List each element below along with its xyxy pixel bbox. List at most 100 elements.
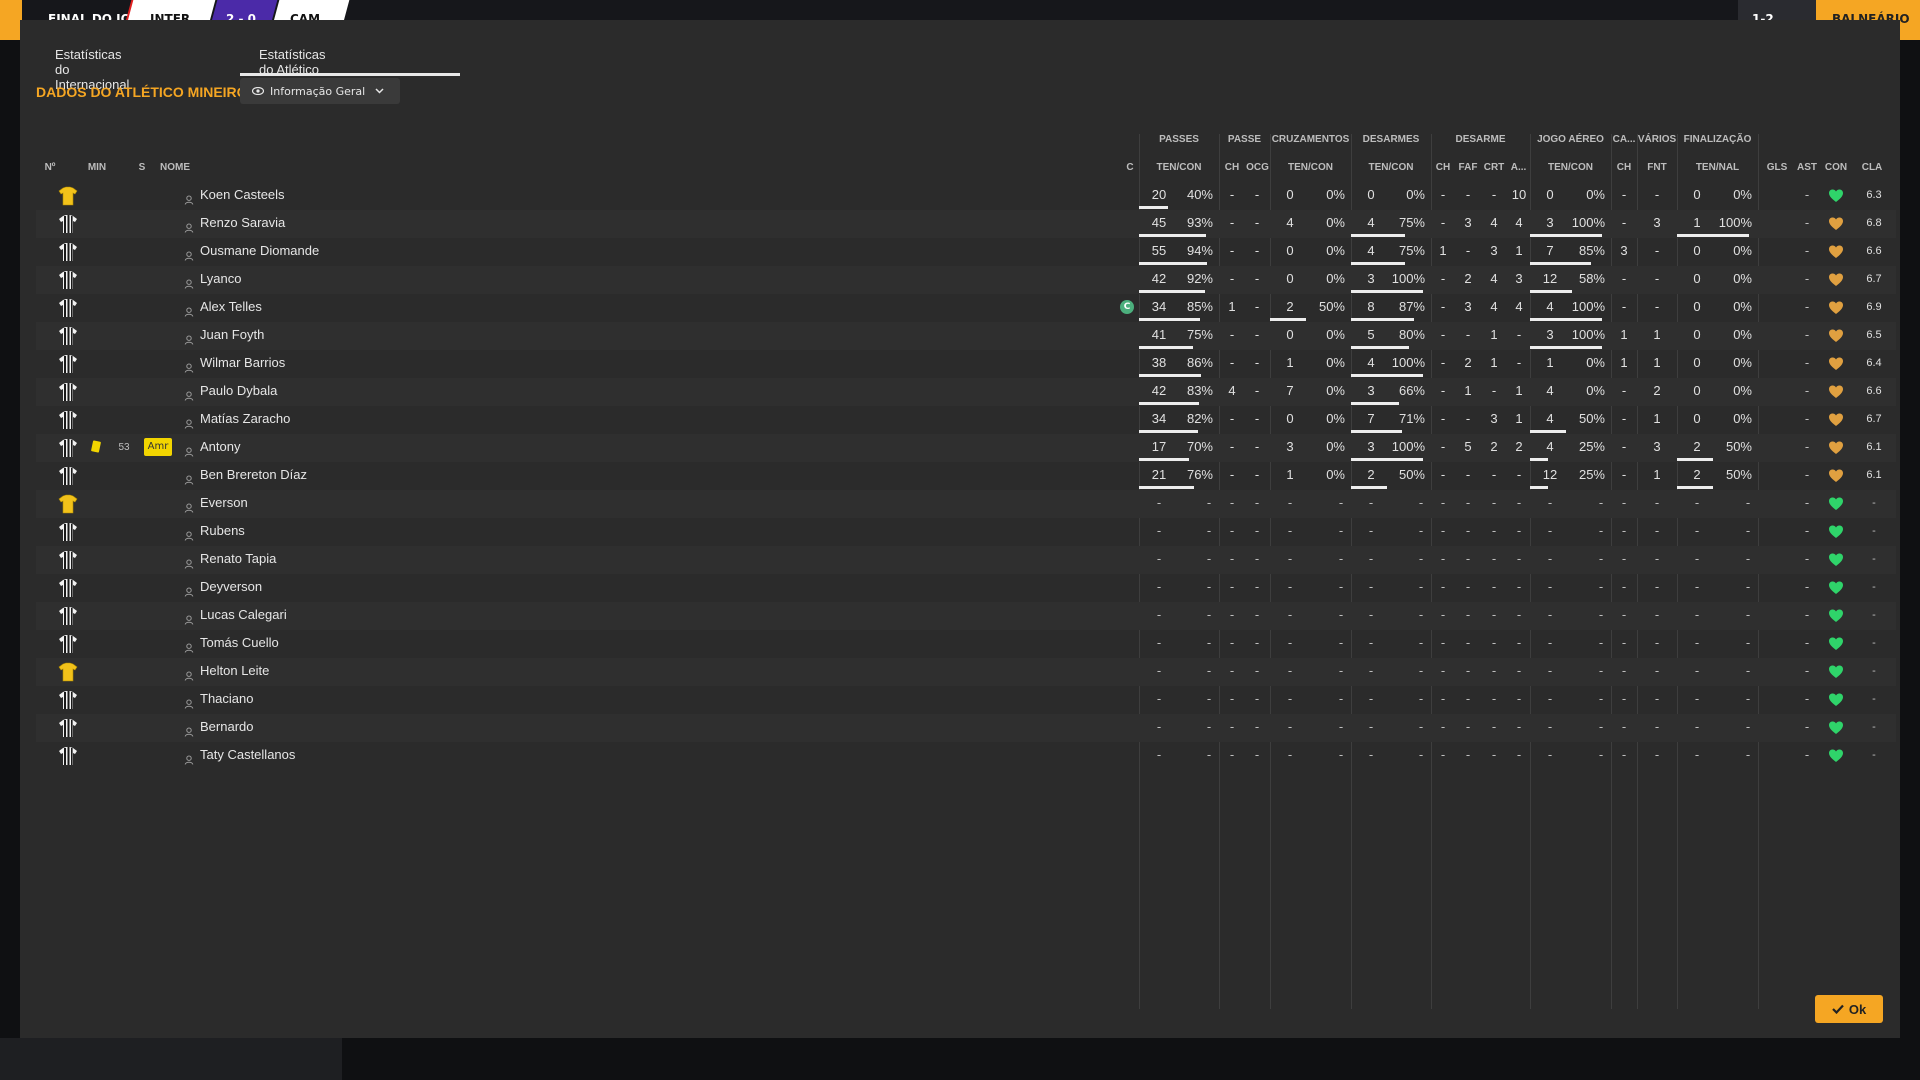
player-row[interactable]: Alex Telles C 34 85% 1-2 50% 8 87% -3 4 4 4 100% - -0 0…	[36, 294, 1896, 322]
passe-ocg: -	[1254, 411, 1260, 426]
view-dropdown[interactable]: Informação Geral	[240, 78, 400, 104]
col-header-fnt[interactable]: FNT	[1637, 162, 1677, 173]
col-header-des-ch[interactable]: CH	[1431, 162, 1455, 173]
desarme-a: 1	[1515, 411, 1523, 426]
desarme-ch: -	[1440, 383, 1446, 398]
player-row[interactable]: Deyverson - - - - - - - - - - - - - - - - - - - -	[36, 574, 1896, 602]
player-name[interactable]: Lucas Calegari	[200, 607, 287, 622]
player-name[interactable]: Deyverson	[200, 579, 262, 594]
col-header-passe-ch[interactable]: CH	[1219, 162, 1245, 173]
col-header-ca-ch[interactable]: CH	[1611, 162, 1637, 173]
cruzamentos-pct: 0%	[1326, 187, 1345, 202]
player-row[interactable]: Matías Zaracho 34 82% - -0 0% 7 71% - -3 1 4 50% -1 0 0…	[36, 406, 1896, 434]
passes-pct: 93%	[1186, 215, 1213, 230]
player-name[interactable]: Rubens	[200, 523, 245, 538]
player-rating: 6.7	[1866, 273, 1882, 285]
goalkeeper-shirt-icon	[58, 662, 78, 682]
player-row[interactable]: Lyanco 42 92% - -0 0% 3 100% -2 4 3 12 58% - -0 0% -6.7	[36, 266, 1896, 294]
player-name[interactable]: Lyanco	[200, 271, 241, 286]
col-header-passes[interactable]: TEN/CON	[1139, 162, 1219, 173]
finalizacao-pct: -	[1745, 719, 1751, 734]
player-name[interactable]: Alex Telles	[200, 299, 262, 314]
goalkeeper-shirt-icon	[58, 186, 78, 206]
player-name[interactable]: Paulo Dybala	[200, 383, 277, 398]
varios-fnt: 1	[1653, 467, 1661, 482]
jogo-aereo-bar	[1530, 486, 1548, 489]
player-row[interactable]: Everson - - - - - - - - - - - - - - - - - - - -	[36, 490, 1896, 518]
col-header-passe-ocg[interactable]: OCG	[1245, 162, 1270, 173]
player-name[interactable]: Thaciano	[200, 691, 253, 706]
player-name[interactable]: Koen Casteels	[200, 187, 285, 202]
desarme-a: -	[1516, 495, 1522, 510]
col-header-min[interactable]: MIN	[82, 162, 112, 173]
col-header-des-faf[interactable]: FAF	[1455, 162, 1481, 173]
player-row[interactable]: Juan Foyth 41 75% - -0 0% 5 80% - -1-3 100% 1 1 0 0% -6…	[36, 322, 1896, 350]
passes-pct: 76%	[1186, 467, 1213, 482]
ca-ch: -	[1621, 579, 1627, 594]
col-header-con[interactable]: CON	[1822, 162, 1850, 173]
finalizacao-count: 0	[1693, 299, 1701, 314]
player-name[interactable]: Wilmar Barrios	[200, 355, 285, 370]
player-row[interactable]: Wilmar Barrios 38 86% - -1 0% 4 100% -2 1-1 0% 1 1 0 0…	[36, 350, 1896, 378]
player-name[interactable]: Helton Leite	[200, 663, 269, 678]
ok-button[interactable]: Ok	[1815, 995, 1883, 1023]
player-name[interactable]: Renzo Saravia	[200, 215, 285, 230]
player-row[interactable]: Lucas Calegari - - - - - - - - - - - - - - - - - - - -	[36, 602, 1896, 630]
player-name[interactable]: Bernardo	[200, 719, 253, 734]
finalizacao-count: 2	[1693, 439, 1701, 454]
player-name[interactable]: Antony	[200, 439, 240, 454]
player-row[interactable]: Tomás Cuello - - - - - - - - - - - - - - - - - - - -	[36, 630, 1896, 658]
col-header-ast[interactable]: AST	[1794, 162, 1820, 173]
player-row[interactable]: 53 Amr Antony 17 70% - -3 0% 3 100% -5 2 2 4 25% -3 2 50%…	[36, 434, 1896, 462]
assists: -	[1804, 747, 1810, 762]
desarme-faf: 3	[1464, 299, 1472, 314]
col-header-gls[interactable]: GLS	[1764, 162, 1790, 173]
col-header-des-crt[interactable]: CRT	[1481, 162, 1507, 173]
player-name[interactable]: Tomás Cuello	[200, 635, 279, 650]
col-header-cla[interactable]: CLA	[1858, 162, 1886, 173]
player-row[interactable]: Renzo Saravia 45 93% - -4 0% 4 75% -3 4 4 3 100% -3 1 1…	[36, 210, 1896, 238]
col-header-fin[interactable]: TEN/NAL	[1677, 162, 1758, 173]
player-row[interactable]: Helton Leite - - - - - - - - - - - - - - - - - - - -	[36, 658, 1896, 686]
player-name[interactable]: Juan Foyth	[200, 327, 264, 342]
player-row[interactable]: Koen Casteels 20 40% - -0 0% 0 0% - - -10 0 0% - -0 0% -…	[36, 182, 1896, 210]
passe-ch: -	[1229, 411, 1235, 426]
jogo-aereo-pct: -	[1598, 495, 1604, 510]
player-name[interactable]: Everson	[200, 495, 248, 510]
player-row[interactable]: Taty Castellanos - - - - - - - - - - - - - - - - - - - -	[36, 742, 1896, 770]
player-row[interactable]: Rubens - - - - - - - - - - - - - - - - - - - -	[36, 518, 1896, 546]
player-row[interactable]: Paulo Dybala 42 83% 4-7 0% 3 66% -1-1 4 0% -2 0 0% -6…	[36, 378, 1896, 406]
passes-bar	[1139, 206, 1168, 209]
finalizacao-pct: 100%	[1718, 215, 1752, 230]
player-name[interactable]: Ben Brereton Díaz	[200, 467, 307, 482]
assists: -	[1804, 579, 1810, 594]
player-name[interactable]: Taty Castellanos	[200, 747, 295, 762]
col-header-aereo[interactable]: TEN/CON	[1530, 162, 1611, 173]
col-header-desarmes[interactable]: TEN/CON	[1351, 162, 1431, 173]
col-header-nome[interactable]: NOME	[160, 162, 200, 173]
passe-ocg: -	[1254, 327, 1260, 342]
finalizacao-count: 0	[1693, 411, 1701, 426]
player-name[interactable]: Renato Tapia	[200, 551, 276, 566]
player-name[interactable]: Matías Zaracho	[200, 411, 290, 426]
desarme-crt: 4	[1490, 271, 1498, 286]
desarmes-bar	[1351, 486, 1387, 489]
player-row[interactable]: Ousmane Diomande 55 94% - - 0 0% 4 75% 1 - 3 1 7 85% 3 -…	[36, 238, 1896, 266]
jogo-aereo-pct: -	[1598, 551, 1604, 566]
player-row[interactable]: Bernardo - - - - - - - - - - - - - - - - - - - -	[36, 714, 1896, 742]
col-header-s[interactable]: S	[136, 162, 148, 173]
assists: -	[1804, 355, 1810, 370]
person-icon	[184, 638, 194, 653]
player-row[interactable]: Thaciano - - - - - - - - - - - - - - - - - - - -	[36, 686, 1896, 714]
col-header-des-a[interactable]: A...	[1507, 162, 1530, 173]
finalizacao-pct: -	[1745, 747, 1751, 762]
desarme-a: -	[1516, 663, 1522, 678]
col-header-cruz[interactable]: TEN/CON	[1270, 162, 1351, 173]
desarmes-count: 4	[1367, 355, 1375, 370]
player-row[interactable]: Renato Tapia - - - - - - - - - - - - - - - - - - - -	[36, 546, 1896, 574]
player-name[interactable]: Ousmane Diomande	[200, 243, 319, 258]
desarmes-count: -	[1368, 635, 1374, 650]
col-header-num[interactable]: Nº	[40, 162, 60, 173]
player-row[interactable]: Ben Brereton Díaz 21 76% - -1 0% 2 50% - - - -12 25%…	[36, 462, 1896, 490]
col-header-c[interactable]: C	[1124, 162, 1136, 173]
